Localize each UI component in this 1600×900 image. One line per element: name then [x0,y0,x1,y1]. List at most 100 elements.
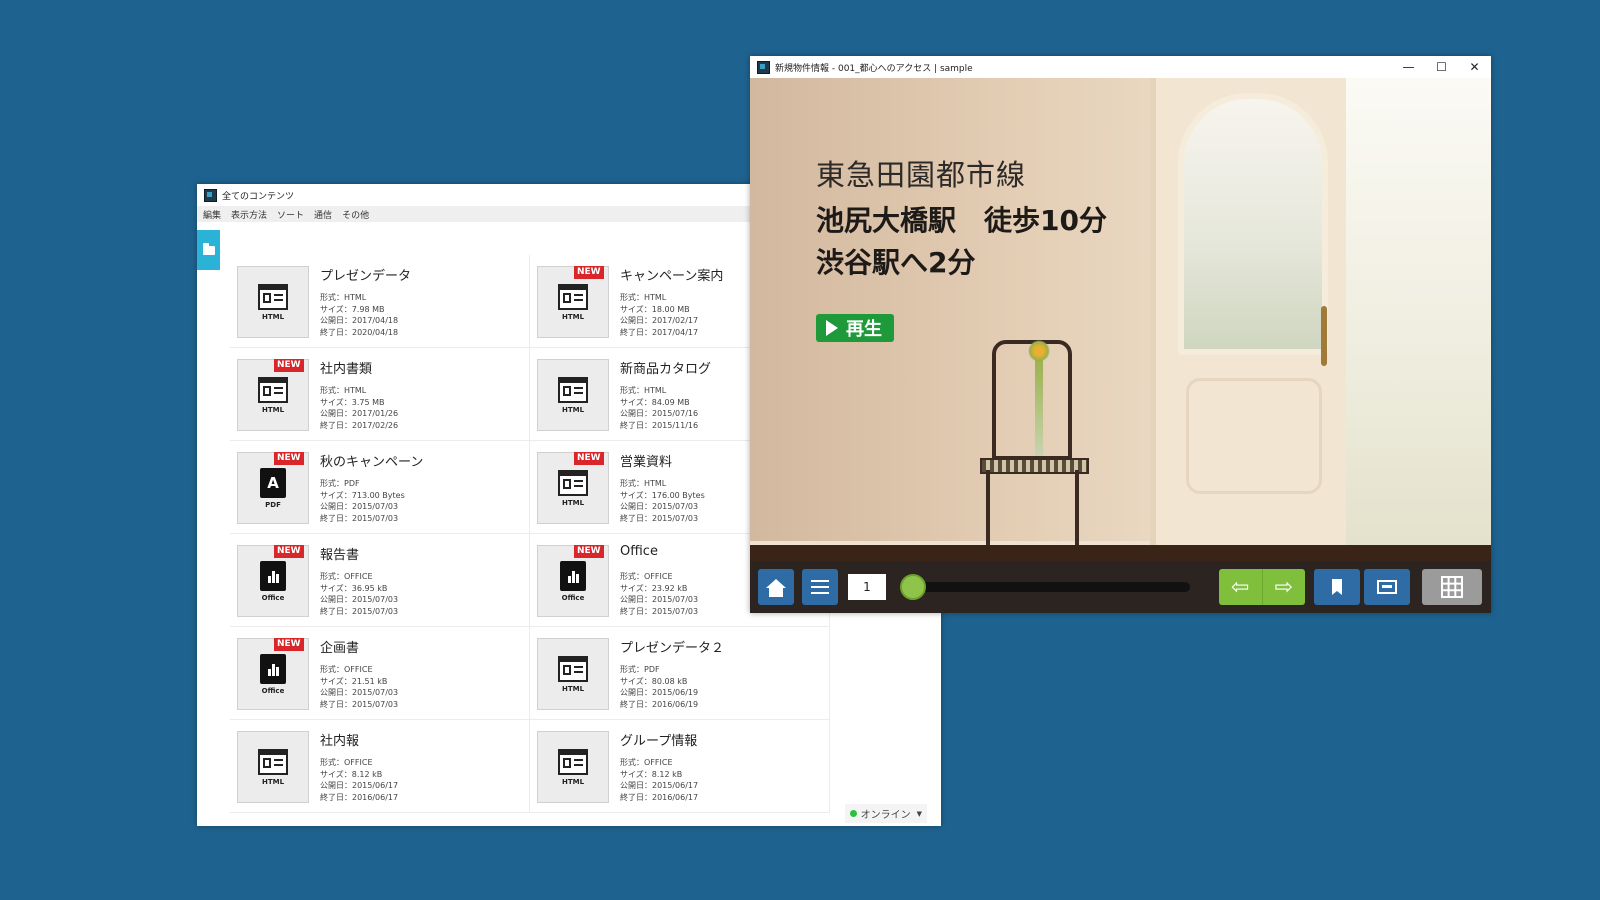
next-page-button[interactable]: ⇨ [1263,569,1306,605]
office-file-icon [260,653,286,684]
file-type-label: HTML [261,312,285,321]
headline-line-2: 渋谷駅へ2分 [816,246,976,279]
page-number-field[interactable]: 1 [848,574,886,600]
content-title[interactable]: Office [620,544,658,559]
thumbnail-grid-button[interactable] [1422,569,1482,605]
menu-edit[interactable]: 編集 [203,208,221,221]
content-meta: 形式：OFFICE サイズ：23.92 kB 公開日：2015/07/03 終了日：2… [620,571,698,617]
play-button[interactable]: 再生 [816,314,894,342]
slide-canvas: 東急田園都市線 池尻大橋駅 徒歩10分 渋谷駅へ2分 再生 [750,78,1491,561]
chair-seat [980,458,1089,474]
new-badge: NEW [274,452,304,465]
floor [750,545,1491,561]
meta-line: 公開日：2017/01/26 [320,409,399,418]
page-slider[interactable] [900,574,1190,600]
file-type-label: HTML [561,405,585,414]
content-card[interactable]: HTML NEW 社内書類 形式：HTML サイズ：3.75 MB 公開日：2017/01… [230,348,530,441]
content-title[interactable]: グループ情報 [620,730,697,749]
connection-status[interactable]: オンライン ▼ [844,804,927,823]
meta-line: 形式：HTML [620,479,667,488]
content-thumbnail[interactable]: HTML [237,731,309,803]
content-meta: 形式：OFFICE サイズ：21.51 kB 公開日：2015/07/03 終了日：2… [320,664,398,710]
new-badge: NEW [574,452,604,465]
meta-line: 終了日：2016/06/19 [620,699,699,709]
slider-knob[interactable] [900,574,926,600]
new-badge: NEW [574,266,604,279]
content-title[interactable]: 社内書類 [320,358,372,377]
meta-line: 形式：PDF [320,479,360,488]
meta-line: 形式：OFFICE [320,758,373,767]
bookmark-button[interactable] [1314,569,1360,605]
list-window-title: 全てのコンテンツ [222,191,295,202]
toc-button[interactable] [802,569,838,605]
new-badge: NEW [274,359,304,372]
status-label: オンライン [860,810,911,821]
html-file-icon [258,283,288,310]
folder-tab[interactable] [197,230,220,270]
content-card[interactable]: PDF NEW 秋のキャンペーン形式：PDF サイズ：713.00 Bytes 公開日：… [230,441,530,534]
content-thumbnail[interactable]: HTML [237,266,309,338]
content-card[interactable]: HTML プレゼンデータ 形式：HTML サイズ：7.98 MB 公開日：2017/04… [230,255,530,348]
chair-leg [1075,470,1079,550]
file-type-label: HTML [561,684,585,693]
content-thumbnail[interactable]: HTML [537,359,609,431]
minimize-button[interactable]: — [1392,56,1425,78]
content-title[interactable]: キャンペーン案内 [620,265,723,284]
meta-line: 公開日：2017/02/17 [620,316,699,325]
content-thumbnail[interactable]: HTML [537,638,609,710]
file-type-label: Office [561,593,585,602]
meta-line: 公開日：2015/06/17 [320,781,399,790]
maximize-button[interactable]: ☐ [1425,56,1458,78]
content-meta: 形式：OFFICE サイズ：36.95 kB 公開日：2015/07/03 終了日：2… [320,571,398,617]
meta-line: 形式：HTML [620,293,667,302]
content-title[interactable]: 社内報 [320,730,359,749]
html-file-icon [258,748,288,775]
content-card[interactable]: HTML プレゼンデータ２ 形式：PDF サイズ：80.08 kB 公開日：2015/0… [530,627,830,720]
flower-image [1028,340,1050,362]
content-title[interactable]: 報告書 [320,544,359,563]
meta-line: サイズ：713.00 Bytes [320,490,405,500]
meta-line: 終了日：2020/04/18 [320,327,399,337]
menu-comm[interactable]: 通信 [314,208,332,221]
html-file-icon [558,748,588,775]
card-button[interactable] [1364,569,1410,605]
menu-other[interactable]: その他 [342,208,369,221]
content-title[interactable]: 秋のキャンペーン [320,451,423,470]
meta-line: サイズ：3.75 MB [320,397,385,407]
menu-sort[interactable]: ソート [277,208,304,221]
folder-icon [202,242,215,255]
close-button[interactable]: ✕ [1458,56,1491,78]
pdf-file-icon [260,467,286,498]
content-card[interactable]: Office NEW 報告書 形式：OFFICE サイズ：36.95 kB 公開日：201… [230,534,530,627]
vase-image [1035,356,1043,456]
content-card[interactable]: HTML グループ情報 形式：OFFICE サイズ：8.12 kB 公開日：2015/0… [530,720,830,813]
file-type-label: HTML [261,405,285,414]
file-type-label: Office [261,686,285,695]
home-button[interactable] [758,569,794,605]
content-title[interactable]: 新商品カタログ [620,358,711,377]
content-card[interactable]: HTML 社内報 形式：OFFICE サイズ：8.12 kB 公開日：2015/06/1… [230,720,530,813]
content-card[interactable]: Office NEW 企画書形式：OFFICE サイズ：21.51 kB 公開日：201… [230,627,530,720]
office-file-icon [260,560,286,591]
meta-line: 公開日：2015/07/03 [320,595,399,604]
meta-line: 終了日：2015/07/03 [320,699,399,709]
content-title[interactable]: プレゼンデータ [320,265,411,284]
app-icon [204,188,217,202]
meta-line: 形式：OFFICE [620,572,673,581]
prev-page-button[interactable]: ⇦ [1219,569,1263,605]
content-title[interactable]: プレゼンデータ２ [620,637,724,656]
home-icon [766,578,786,597]
content-title[interactable]: 営業資料 [620,451,672,470]
menu-view[interactable]: 表示方法 [231,208,267,221]
content-grid: HTML プレゼンデータ 形式：HTML サイズ：7.98 MB 公開日：2017/04… [230,255,830,813]
content-meta: 形式：HTML サイズ：3.75 MB 公開日：2017/01/26 終了日：2017… [320,385,398,431]
new-badge: NEW [274,638,304,651]
html-file-icon [258,376,288,403]
content-thumbnail[interactable]: HTML [537,731,609,803]
chevron-down-icon: ▼ [916,809,922,818]
viewer-toolbar: 1 ⇦ ⇨ [750,561,1491,613]
meta-line: 終了日：2015/07/03 [620,513,699,523]
content-meta: 形式：HTML サイズ：84.09 MB 公開日：2015/07/16 終了日：201… [620,385,698,431]
meta-line: 公開日：2015/06/17 [620,781,699,790]
content-title[interactable]: 企画書 [320,637,359,656]
